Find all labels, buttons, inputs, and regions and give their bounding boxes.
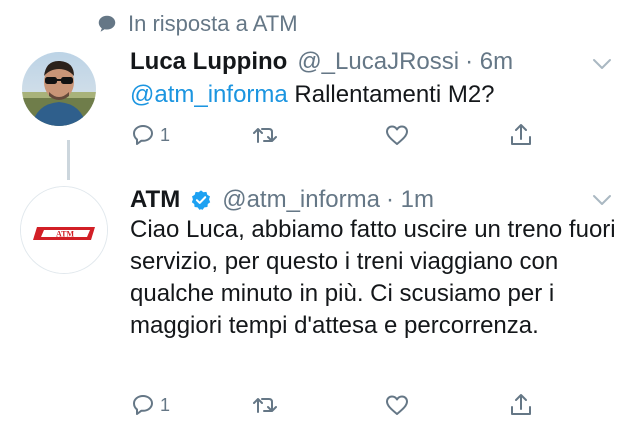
- tweet-text: @atm_informa Rallentamenti M2?: [130, 76, 630, 114]
- like-button[interactable]: [384, 118, 410, 152]
- share-button[interactable]: [508, 388, 534, 422]
- heart-icon: [386, 125, 408, 145]
- verified-badge-icon: [192, 190, 211, 210]
- share-button[interactable]: [508, 118, 534, 152]
- chevron-down-icon[interactable]: [592, 194, 612, 206]
- display-name[interactable]: Luca Luppino: [130, 48, 287, 76]
- user-handle[interactable]: @atm_informa: [222, 186, 380, 214]
- mention-link[interactable]: @atm_informa: [130, 81, 288, 108]
- user-photo: [22, 52, 96, 126]
- avatar[interactable]: [22, 52, 96, 126]
- user-handle[interactable]: @_LucaJRossi: [297, 48, 459, 76]
- heart-icon: [386, 395, 408, 415]
- reply-button[interactable]: 1: [130, 388, 170, 422]
- reply-button[interactable]: 1: [130, 118, 170, 152]
- reply-icon: [133, 125, 153, 145]
- reply-count: 1: [160, 394, 171, 415]
- tweet-actions: 1: [130, 118, 610, 152]
- avatar[interactable]: ATM: [20, 186, 108, 274]
- display-name[interactable]: ATM: [130, 186, 180, 214]
- share-icon: [511, 124, 531, 145]
- reply-context-label: In risposta a ATM: [128, 11, 298, 36]
- tweet-actions: 1: [130, 388, 610, 422]
- retweet-icon: [253, 398, 277, 413]
- retweet-button[interactable]: [252, 118, 278, 152]
- reply-context[interactable]: In risposta a ATM: [96, 4, 298, 44]
- atm-logo: ATM: [21, 187, 107, 273]
- reply-icon: [133, 395, 153, 415]
- thread-line: [67, 140, 70, 180]
- like-button[interactable]: [384, 388, 410, 422]
- tweet-text: Ciao Luca, abbiamo fatto uscire un treno…: [130, 216, 616, 339]
- speech-bubble-icon: [98, 15, 116, 32]
- timestamp[interactable]: · 6m: [465, 48, 513, 76]
- atm-logo-text: ATM: [56, 230, 75, 239]
- retweet-button[interactable]: [252, 388, 278, 422]
- tweet-text-body: Rallentamenti M2?: [287, 81, 495, 108]
- share-icon: [511, 394, 531, 415]
- timestamp[interactable]: · 1m: [386, 186, 434, 214]
- retweet-icon: [253, 128, 277, 143]
- reply-count: 1: [160, 124, 171, 145]
- chevron-down-icon[interactable]: [592, 58, 612, 70]
